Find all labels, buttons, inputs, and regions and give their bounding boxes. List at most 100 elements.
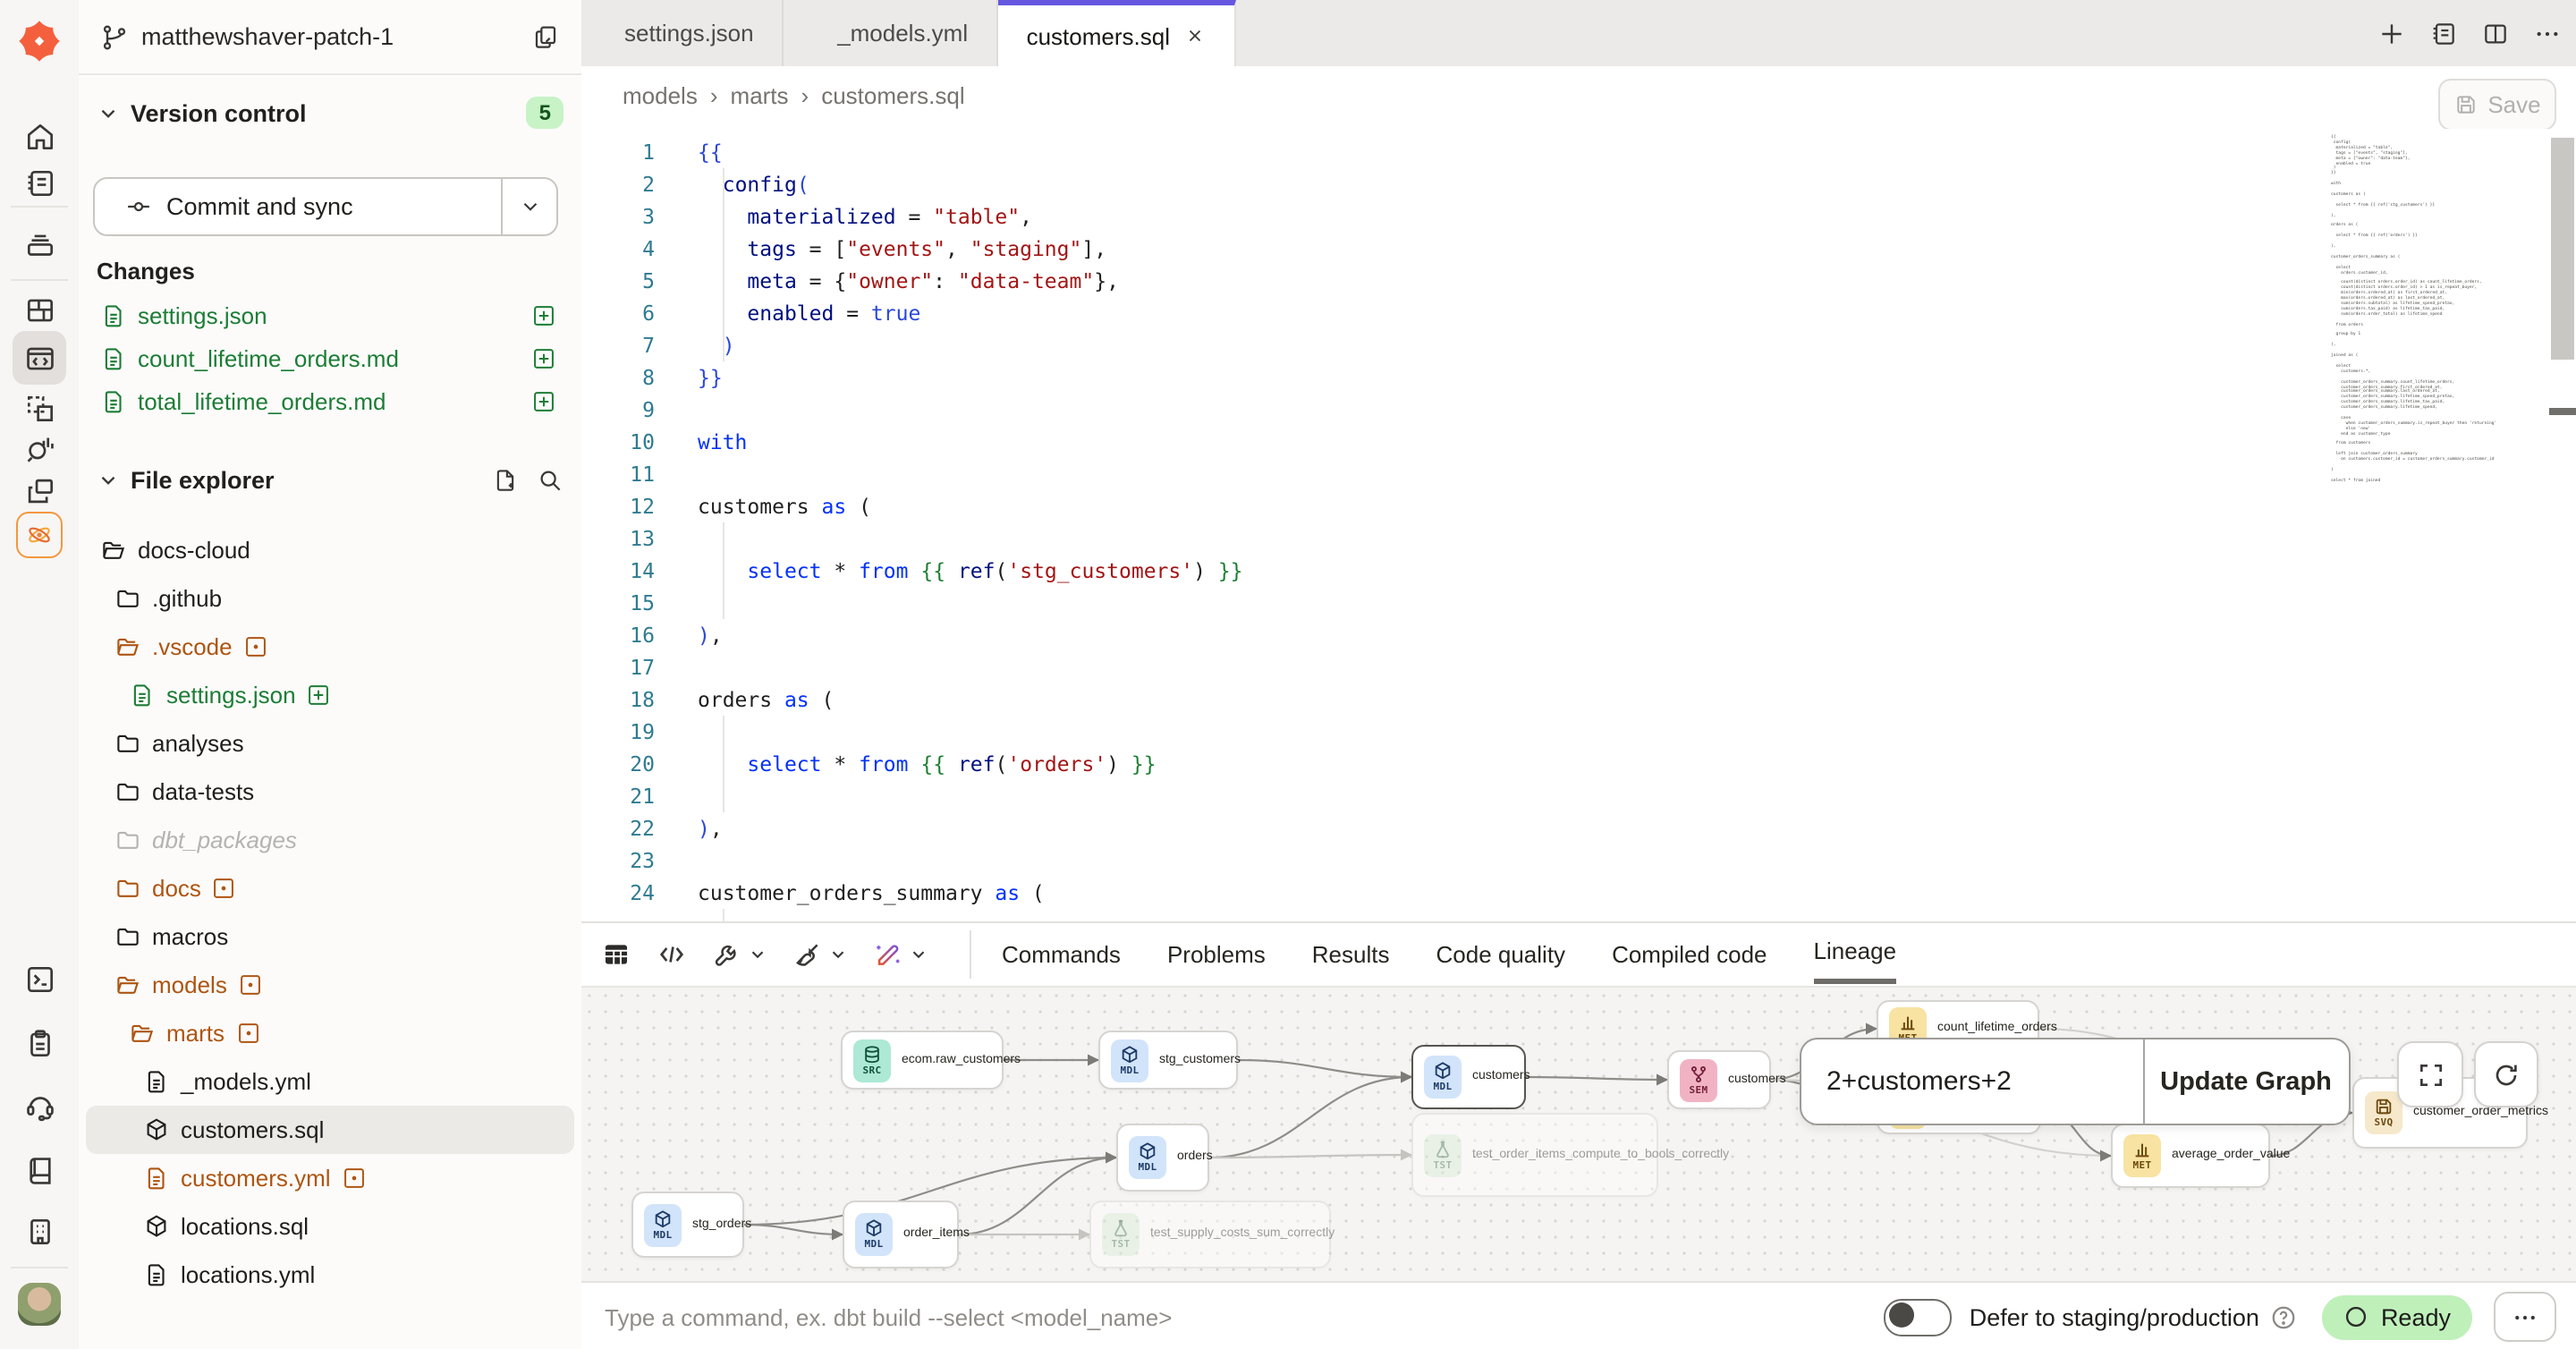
code-line-18[interactable]: 18orders as (	[581, 683, 2576, 716]
branch-row[interactable]: matthewshaver-patch-1	[79, 0, 581, 75]
dbt-copilot-icon[interactable]	[13, 508, 66, 562]
breadcrumb-segment[interactable]: models	[623, 82, 698, 109]
code-line-21[interactable]: 21	[581, 780, 2576, 812]
file-tree-item-locations-yml[interactable]: locations.yml	[86, 1251, 574, 1299]
more-actions-button[interactable]	[2494, 1292, 2556, 1342]
changed-file-row[interactable]: settings.json	[79, 293, 581, 336]
file-tree-item--vscode[interactable]: .vscode	[86, 623, 574, 671]
file-tree-item-customers-sql[interactable]: customers.sql	[86, 1106, 574, 1154]
stage-file-button[interactable]	[531, 345, 556, 370]
code-line-13[interactable]: 13	[581, 522, 2576, 555]
file-tree-item--github[interactable]: .github	[86, 574, 574, 623]
file-tree-item-macros[interactable]: macros	[86, 912, 574, 961]
version-control-header[interactable]: Version control 5	[97, 97, 564, 129]
code-line-7[interactable]: 7 )	[581, 329, 2576, 361]
code-line-24[interactable]: 24customer_orders_summary as (	[581, 877, 2576, 909]
organization-icon[interactable]	[13, 1204, 66, 1258]
commit-and-sync-button[interactable]: Commit and sync	[93, 177, 558, 236]
panel-tab-results[interactable]: Results	[1312, 923, 1390, 984]
commit-options-caret[interactable]	[501, 179, 556, 234]
lineage-node-test_order_items[interactable]: TSTtest_order_items_compute_to_bools_cor…	[1411, 1113, 1658, 1197]
code-line-4[interactable]: 4 tags = ["events", "staging"],	[581, 233, 2576, 265]
build-button[interactable]	[712, 938, 767, 969]
home-icon[interactable]	[13, 109, 66, 163]
docs-book-icon[interactable]	[13, 1143, 66, 1197]
code-line-15[interactable]: 15	[581, 587, 2576, 619]
tab--models-yml[interactable]: _models.yml	[809, 0, 998, 66]
code-line-8[interactable]: 8}}	[581, 361, 2576, 394]
preview-table-icon[interactable]	[601, 938, 631, 969]
open-editors-icon[interactable]	[2429, 19, 2458, 47]
code-line-2[interactable]: 2 config(	[581, 168, 2576, 200]
code-line-3[interactable]: 3 materialized = "table",	[581, 200, 2576, 233]
tab-customers-sql[interactable]: customers.sql	[998, 0, 1236, 66]
code-line-5[interactable]: 5 meta = {"owner": "data-team"},	[581, 265, 2576, 297]
file-tree-item-customers-yml[interactable]: customers.yml	[86, 1154, 574, 1202]
lineage-canvas[interactable]: SRCecom.raw_customersMDLstg_customersMDL…	[581, 986, 2576, 1285]
code-editor[interactable]: 1{{2 config(3 materialized = "table",4 t…	[581, 129, 2576, 921]
file-explorer-header[interactable]: File explorer	[97, 467, 564, 494]
code-line-1[interactable]: 1{{	[581, 136, 2576, 168]
file-tree-item-settings-json[interactable]: settings.json	[86, 671, 574, 719]
file-tree-item-dbt-packages[interactable]: dbt_packages	[86, 816, 574, 864]
save-button[interactable]: Save	[2438, 79, 2556, 131]
lineage-node-test_supply[interactable]: TSTtest_supply_costs_sum_correctly	[1089, 1201, 1331, 1268]
defer-toggle[interactable]	[1884, 1298, 1952, 1336]
fullscreen-button[interactable]	[2397, 1041, 2463, 1107]
clipboard-icon[interactable]	[13, 1016, 66, 1070]
changed-file-row[interactable]: count_lifetime_orders.md	[79, 336, 581, 379]
stage-file-button[interactable]	[531, 302, 556, 327]
compile-code-icon[interactable]	[657, 938, 687, 969]
close-icon[interactable]	[1184, 25, 1206, 47]
copilot-fix-button[interactable]	[873, 938, 928, 969]
code-line-17[interactable]: 17	[581, 651, 2576, 683]
help-icon[interactable]	[2270, 1303, 2297, 1330]
breadcrumb-segment[interactable]: marts	[731, 82, 789, 109]
code-line-6[interactable]: 6 enabled = true	[581, 297, 2576, 329]
minimap[interactable]: {{ config( materialized = "table", tags …	[2331, 136, 2496, 484]
code-line-23[interactable]: 23	[581, 844, 2576, 877]
lineage-node-stg_customers[interactable]: MDLstg_customers	[1098, 1031, 1238, 1090]
file-tree-item-models[interactable]: models	[86, 961, 574, 1009]
search-icon[interactable]	[537, 467, 564, 494]
user-avatar[interactable]	[13, 1277, 66, 1331]
code-line-10[interactable]: 10with	[581, 426, 2576, 458]
split-editor-icon[interactable]	[2481, 19, 2510, 47]
file-tree-item-analyses[interactable]: analyses	[86, 719, 574, 768]
code-line-16[interactable]: 16),	[581, 619, 2576, 651]
more-options-icon[interactable]	[2533, 19, 2562, 47]
dashboard-icon[interactable]	[13, 283, 66, 336]
code-line-11[interactable]: 11	[581, 458, 2576, 490]
scrollbar-thumb[interactable]	[2551, 138, 2574, 360]
file-tree-item-data-tests[interactable]: data-tests	[86, 768, 574, 816]
file-tree-item-docs[interactable]: docs	[86, 864, 574, 912]
status-badge[interactable]: Ready	[2322, 1294, 2472, 1339]
panel-tab-commands[interactable]: Commands	[1002, 923, 1121, 984]
code-line-12[interactable]: 12customers as (	[581, 490, 2576, 522]
notebook-icon[interactable]	[13, 156, 66, 209]
breadcrumb-segment[interactable]: customers.sql	[821, 82, 964, 109]
code-line-20[interactable]: 20 select * from {{ ref('orders') }}	[581, 748, 2576, 780]
lineage-node-average_order_value[interactable]: METaverage_order_value	[2111, 1124, 2270, 1188]
stage-file-button[interactable]	[307, 683, 332, 708]
new-tab-icon[interactable]	[2377, 19, 2406, 47]
environment-stack-icon[interactable]	[13, 218, 66, 272]
file-tree-item-docs-cloud[interactable]: docs-cloud	[86, 526, 574, 574]
lineage-node-customers_mdl[interactable]: MDLcustomers	[1411, 1045, 1526, 1109]
code-line-9[interactable]: 9	[581, 394, 2576, 426]
code-line-14[interactable]: 14 select * from {{ ref('stg_customers')…	[581, 555, 2576, 587]
support-headset-icon[interactable]	[13, 1079, 66, 1133]
changed-file-row[interactable]: total_lifetime_orders.md	[79, 379, 581, 422]
lineage-node-order_items[interactable]: MDLorder_items	[843, 1201, 959, 1268]
refresh-graph-button[interactable]	[2474, 1041, 2538, 1107]
code-line-19[interactable]: 19	[581, 716, 2576, 748]
panel-tab-lineage[interactable]: Lineage	[1814, 923, 1897, 984]
panel-tab-code-quality[interactable]: Code quality	[1436, 923, 1566, 984]
file-tree-item-marts[interactable]: marts	[86, 1009, 574, 1057]
editor-scrollbar[interactable]	[2549, 129, 2576, 921]
lineage-node-stg_orders[interactable]: MDLstg_orders	[631, 1192, 744, 1258]
update-graph-button[interactable]: Update Graph	[2143, 1039, 2347, 1124]
copy-icon[interactable]	[531, 22, 560, 51]
lineage-node-customers_sem[interactable]: SEMcustomers	[1667, 1050, 1771, 1109]
file-tree-item--models-yml[interactable]: _models.yml	[86, 1057, 574, 1106]
